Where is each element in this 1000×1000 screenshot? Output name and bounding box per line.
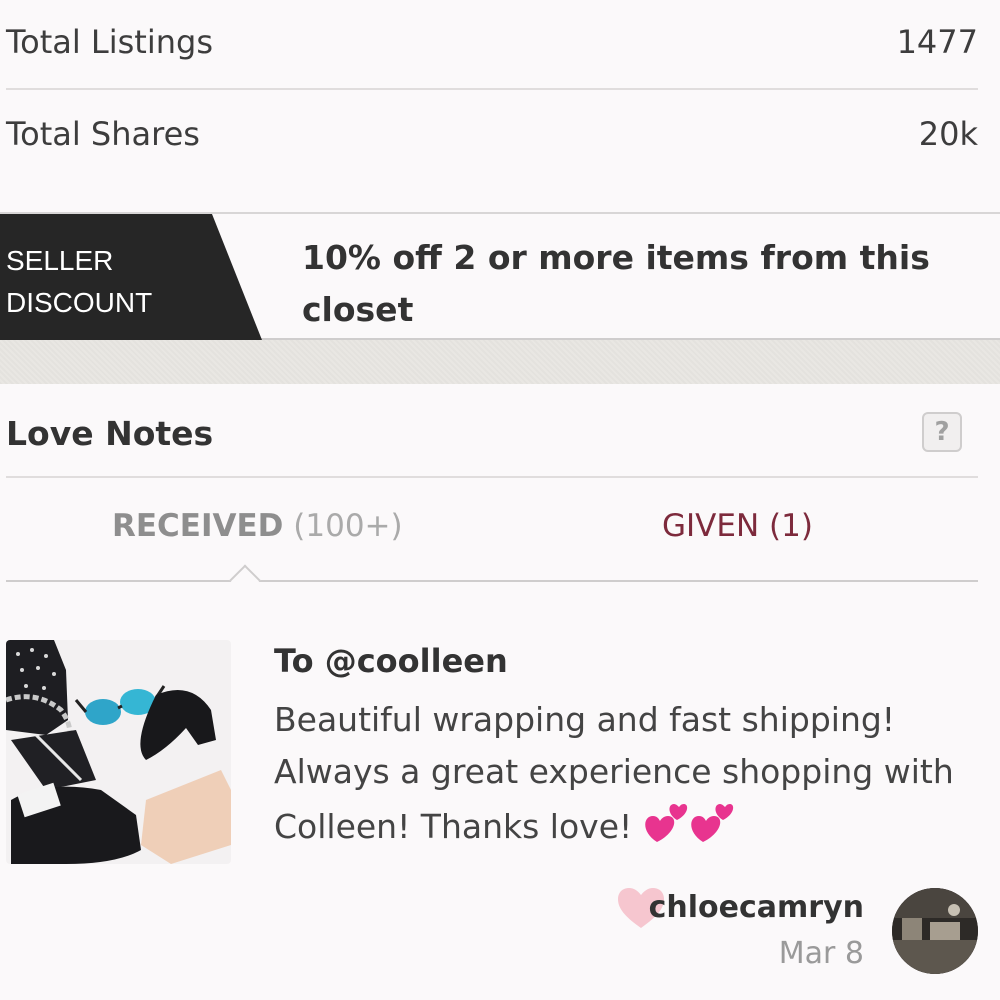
active-tab-indicator [229,564,261,596]
love-notes-tabs: RECEIVED (100+) GIVEN (1) [6,500,978,560]
tab-given[interactable]: GIVEN (1) [662,508,813,544]
note-text: Beautiful wrapping and fast shipping! Al… [274,700,954,846]
total-listings-row: Total Listings 1477 [6,18,978,66]
listing-thumbnail[interactable] [6,640,231,864]
seller-discount-banner: SELLER DISCOUNT 10% off 2 or more items … [0,212,1000,340]
tab-received-label: RECEIVED [112,508,284,544]
divider [6,88,978,90]
note-author[interactable]: chloecamryn [649,890,864,925]
heart-emoji-icon [689,798,735,859]
tab-received-count: (100+) [293,508,403,544]
tab-underline [6,580,978,582]
heart-emoji-icon [643,798,689,859]
help-button[interactable]: ? [922,412,962,452]
seller-discount-tag-text: SELLER DISCOUNT [6,240,216,324]
avatar[interactable] [892,888,978,974]
total-shares-row: Total Shares 20k [6,110,978,158]
love-notes-title: Love Notes [6,414,214,453]
note-body: Beautiful wrapping and fast shipping! Al… [274,694,964,859]
seller-discount-text: 10% off 2 or more items from this closet [302,238,930,329]
total-shares-value: 20k [918,115,978,153]
divider [6,476,978,478]
total-shares-label: Total Shares [6,115,200,153]
tab-received[interactable]: RECEIVED (100+) [112,508,403,544]
tag-line-1: SELLER [6,245,114,276]
total-listings-label: Total Listings [6,23,213,61]
note-date: Mar 8 [778,936,864,971]
section-separator [0,340,1000,384]
listing-photo-icon [6,640,231,864]
note-recipient: To @coolleen [274,642,508,680]
total-listings-value: 1477 [896,23,978,61]
tag-line-2: DISCOUNT [6,287,153,318]
